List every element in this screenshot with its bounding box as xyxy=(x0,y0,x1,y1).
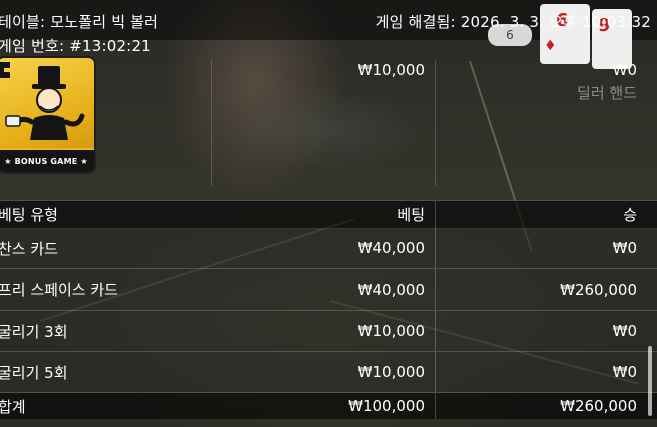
bonus-game-tile: ★ BONUS GAME ★ xyxy=(0,58,94,172)
game-history-detail: 테이블: 모노폴리 빅 볼러 게임 번호: #13:02:21 6 6 ♦ 9 … xyxy=(0,0,657,427)
table-header-row: 베팅 유형 베팅 승 xyxy=(0,200,657,229)
win-amount: ₩0 xyxy=(612,363,637,381)
win-amount: ₩0 xyxy=(612,322,637,340)
win-amount: ₩0 xyxy=(612,239,637,257)
card-suit-diamond-icon: ♦ xyxy=(544,38,557,54)
column-divider xyxy=(435,228,436,268)
total-label: 합계 xyxy=(0,397,26,416)
upper-result-row xyxy=(0,60,657,186)
bet-amount: ₩10,000 xyxy=(357,363,425,381)
column-divider xyxy=(211,60,212,186)
header-win: 승 xyxy=(623,206,637,224)
table-row: 굴리기 5회 ₩10,000 ₩0 xyxy=(0,352,657,393)
bet-amount: ₩40,000 xyxy=(357,239,425,257)
game-number: 게임 번호: #13:02:21 xyxy=(0,37,151,55)
column-divider xyxy=(435,352,436,392)
bet-amount: ₩10,000 xyxy=(357,322,425,340)
column-divider xyxy=(435,269,436,310)
bet-type: 굴리기 3회 xyxy=(0,322,68,341)
table-name: 테이블: 모노폴리 빅 볼러 xyxy=(0,13,159,31)
bonus-game-label: ★ BONUS GAME ★ xyxy=(0,148,94,172)
bet-type: 굴리기 5회 xyxy=(0,363,68,382)
column-divider xyxy=(435,393,436,419)
bet-type: 프리 스페이스 카드 xyxy=(0,281,118,299)
column-divider xyxy=(435,201,436,228)
scrollbar[interactable] xyxy=(648,346,652,416)
monopoly-mascot-icon xyxy=(0,62,85,140)
table-total-row: 합계 ₩100,000 ₩260,000 xyxy=(0,393,657,419)
column-divider xyxy=(435,60,436,186)
total-bet: ₩100,000 xyxy=(348,397,425,415)
upper-bet-value: ₩10,000 xyxy=(357,61,425,79)
column-divider xyxy=(435,311,436,351)
header-bet-type: 베팅 유형 xyxy=(0,206,58,224)
header-bet: 베팅 xyxy=(397,206,425,224)
total-win: ₩260,000 xyxy=(560,397,637,415)
game-resolved-time: 게임 해결됨: 2026. 3. 3. 오후 10:03:32 xyxy=(375,13,651,31)
bet-type: 찬스 카드 xyxy=(0,239,58,258)
upper-win-value: ₩0 xyxy=(612,61,637,79)
win-amount: ₩260,000 xyxy=(560,280,637,299)
bet-amount: ₩40,000 xyxy=(357,280,425,299)
table-row: 찬스 카드 ₩40,000 ₩0 xyxy=(0,228,657,269)
table-row: 굴리기 3회 ₩10,000 ₩0 xyxy=(0,311,657,352)
dealer-hand-label: 딜러 핸드 xyxy=(577,84,637,102)
table-row: 프리 스페이스 카드 ₩40,000 ₩260,000 xyxy=(0,269,657,311)
